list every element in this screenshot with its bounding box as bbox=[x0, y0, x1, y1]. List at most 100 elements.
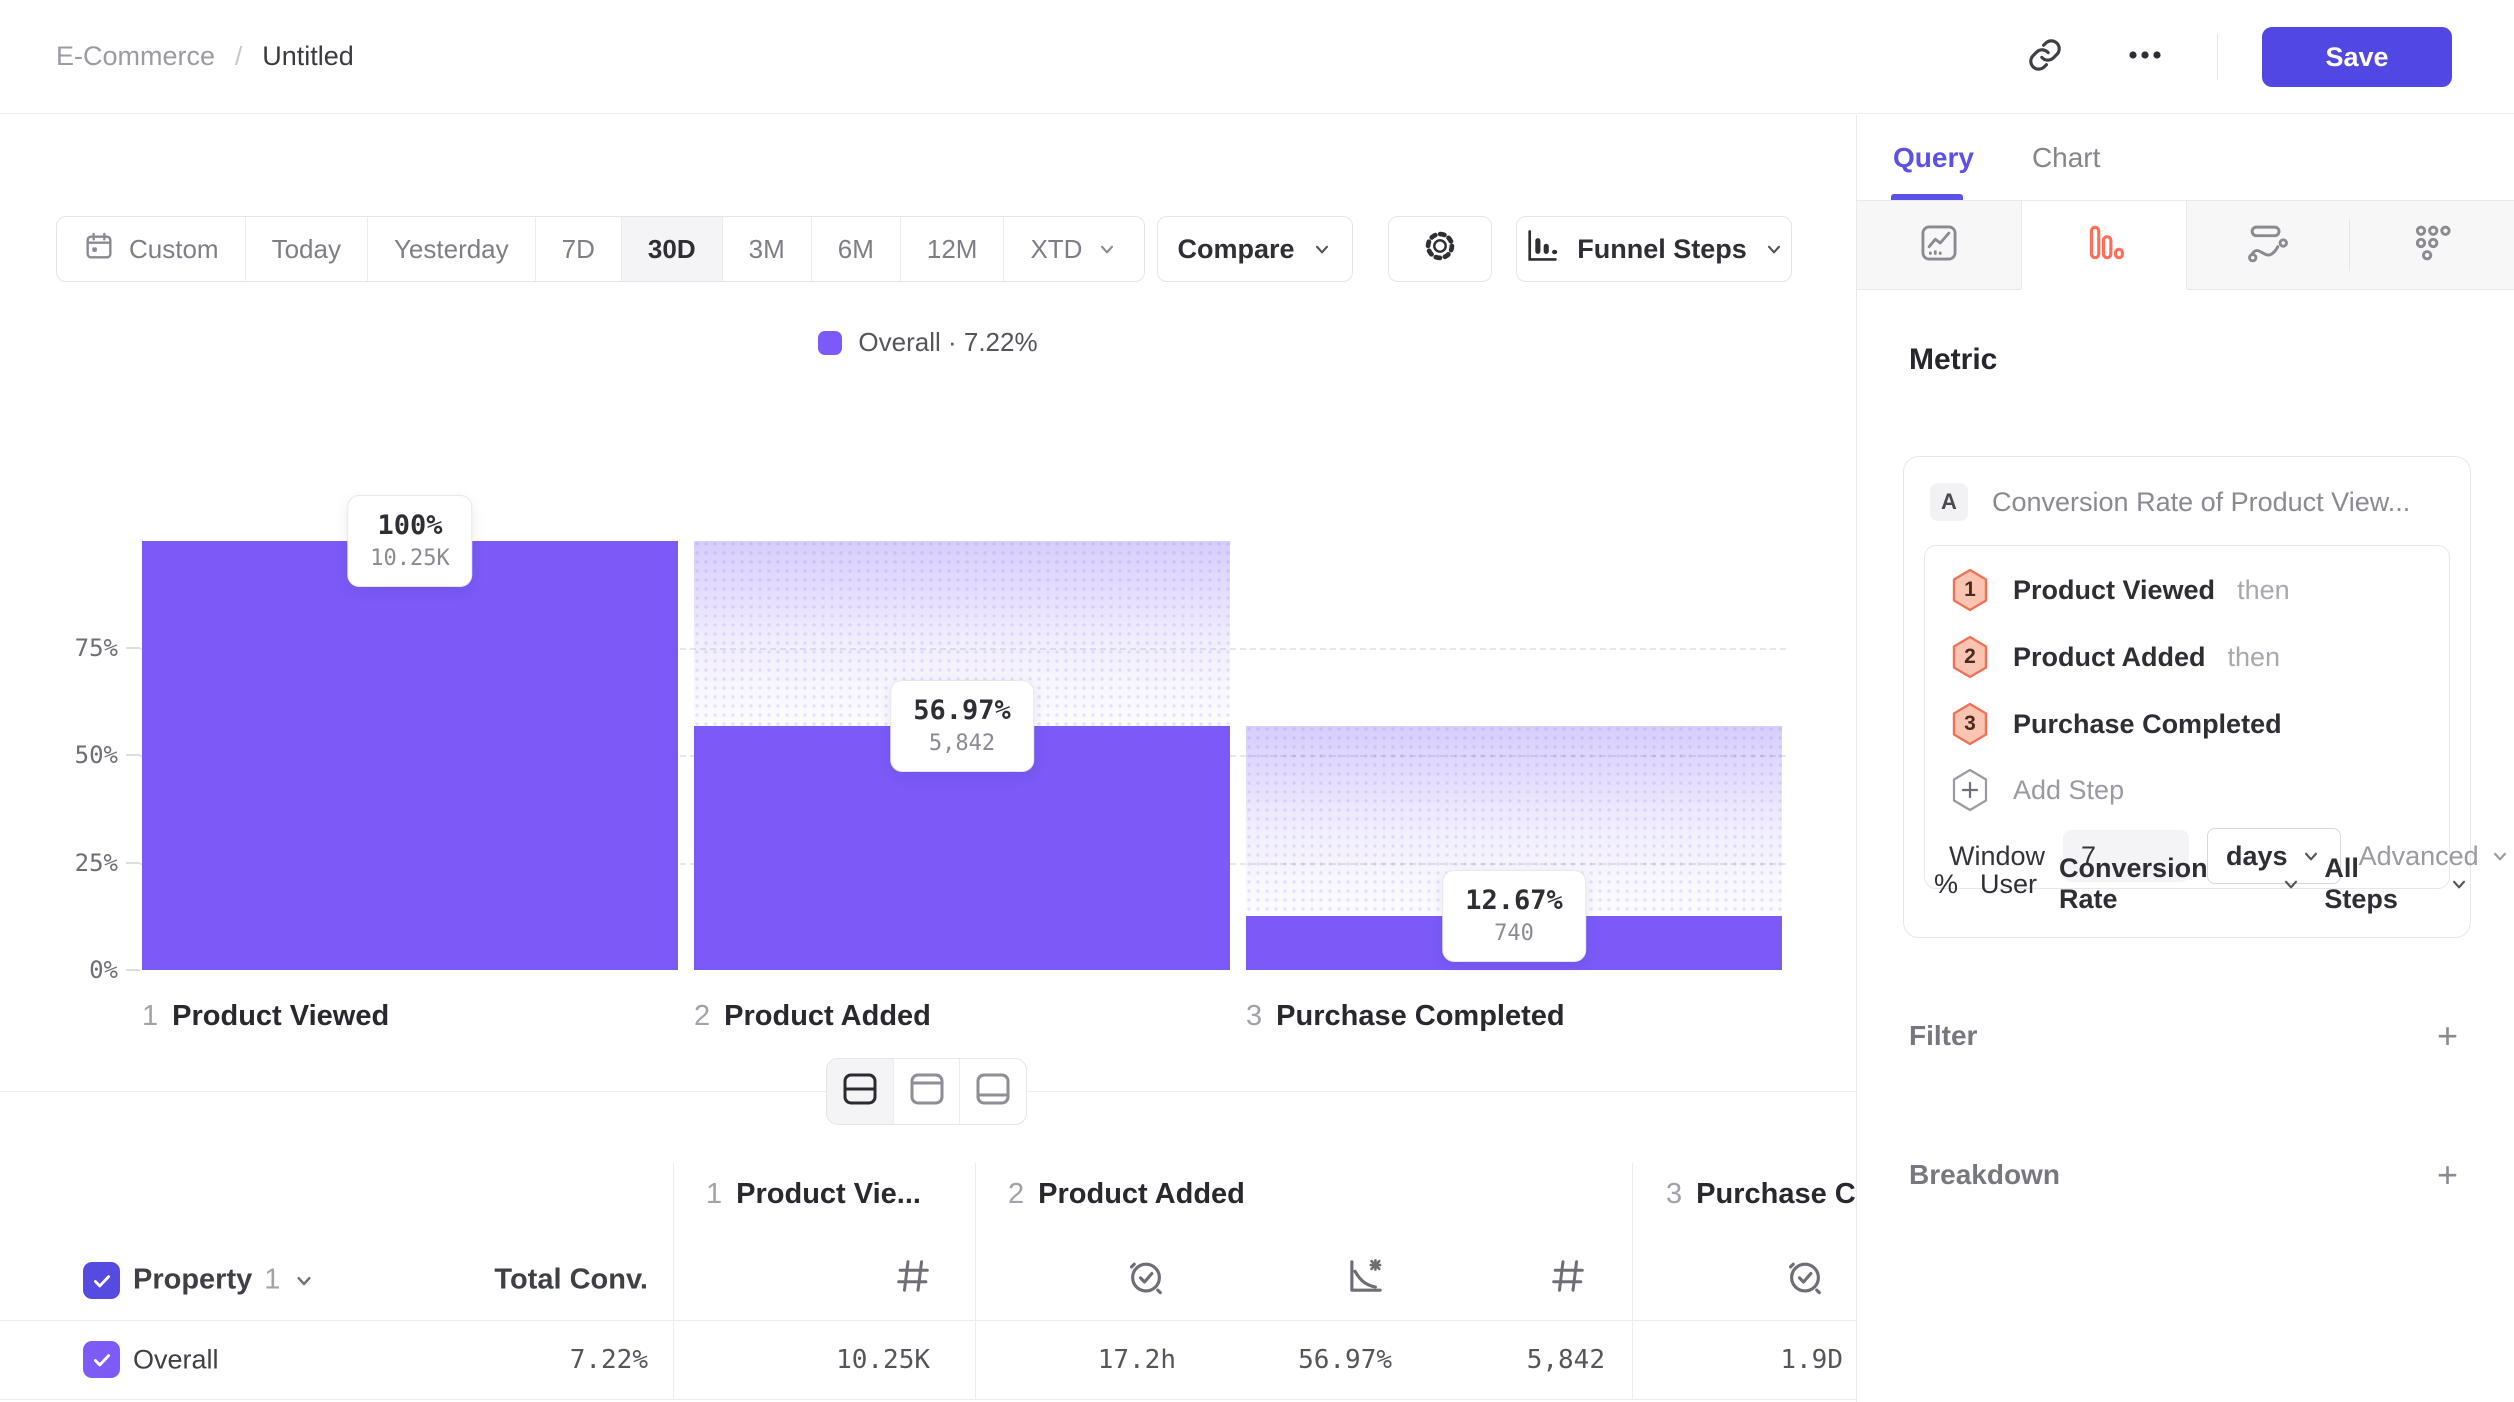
y-tickmark bbox=[126, 754, 140, 756]
col-group-step-3: 3 Purchase C bbox=[1666, 1178, 1856, 1211]
row-label-overall[interactable]: Overall bbox=[133, 1345, 219, 1376]
steps-scope-select[interactable]: All Steps bbox=[2324, 853, 2470, 915]
tab-query[interactable]: Query bbox=[1893, 142, 1974, 174]
chevron-down-icon bbox=[2280, 873, 2302, 895]
step-name: Purchase Completed bbox=[1276, 1000, 1564, 1033]
step-1-hexagon-badge: 1 bbox=[1949, 567, 1991, 613]
annotation-step-1: 100% 10.25K bbox=[347, 495, 472, 587]
tab-retention[interactable] bbox=[2350, 201, 2514, 290]
funnel-bars-icon bbox=[2083, 222, 2125, 269]
series-title: Conversion Rate of Product View... bbox=[1992, 487, 2410, 518]
step-name: Product Viewed bbox=[172, 1000, 389, 1033]
funnel-bar-step-3[interactable]: 12.67% 740 bbox=[1246, 541, 1782, 970]
dot-grid-icon bbox=[2410, 221, 2454, 270]
col-group-step-1: 1 Product Vie... bbox=[706, 1178, 921, 1211]
series-letter-badge: A bbox=[1930, 483, 1968, 521]
check-icon bbox=[91, 1270, 113, 1292]
funnel-bar-step-2[interactable]: 56.97% 5,842 bbox=[694, 541, 1230, 970]
divider bbox=[1027, 1091, 1856, 1092]
y-tickmark bbox=[126, 647, 140, 649]
y-tickmark bbox=[126, 862, 140, 864]
tab-segmentation[interactable] bbox=[1857, 201, 2021, 290]
col-group-label: Purchase C bbox=[1696, 1178, 1856, 1211]
divider bbox=[0, 1091, 826, 1092]
tab-funnel-selected[interactable] bbox=[2021, 201, 2187, 290]
layout-chart-only-button[interactable] bbox=[894, 1059, 961, 1124]
col-group-step-2: 2 Product Added bbox=[1008, 1178, 1245, 1211]
annotation-count: 10.25K bbox=[370, 544, 449, 574]
property-index: 1 bbox=[264, 1264, 280, 1297]
cell-total-conv: 7.22% bbox=[570, 1345, 648, 1375]
flow-icon bbox=[2246, 221, 2290, 270]
annotation-pct: 12.67% bbox=[1465, 883, 1563, 919]
layout-toggle-group bbox=[826, 1058, 1027, 1125]
funnel-bar-step-1[interactable]: 100% 10.25K bbox=[142, 541, 678, 970]
step-row-1[interactable]: 1 Product Viewed then bbox=[1925, 558, 2449, 622]
results-table: 1 Product Vie... 2 Product Added 3 Purch… bbox=[0, 1150, 1856, 1400]
metric-card: A Conversion Rate of Product View... 1 P… bbox=[1903, 456, 2471, 938]
bar-solid-step-1 bbox=[142, 541, 678, 970]
metric-series-row[interactable]: A Conversion Rate of Product View... bbox=[1904, 457, 2470, 521]
save-button[interactable]: Save bbox=[2262, 27, 2452, 87]
panel-tab-bar: Query Chart bbox=[1857, 115, 2514, 201]
select-all-checkbox[interactable] bbox=[83, 1262, 120, 1299]
step-name: Product Added bbox=[724, 1000, 931, 1033]
cell-step1-count: 10.25K bbox=[836, 1345, 930, 1375]
step-event-name: Product Added bbox=[2013, 642, 2206, 673]
avg-time-metric-icon[interactable] bbox=[1783, 1254, 1827, 1306]
filter-heading: Filter bbox=[1909, 1020, 1977, 1052]
y-tick-75: 75% bbox=[38, 634, 118, 662]
y-tickmark bbox=[126, 969, 140, 971]
metric-type-tabs bbox=[1857, 201, 2514, 290]
top-header: E-Commerce / Untitled bbox=[0, 0, 2514, 114]
breadcrumb-project[interactable]: E-Commerce bbox=[56, 41, 215, 72]
breakdown-section: Breakdown + bbox=[1909, 1159, 2458, 1191]
step-row-3[interactable]: 3 Purchase Completed bbox=[1925, 692, 2449, 756]
tab-chart[interactable]: Chart bbox=[2032, 142, 2100, 174]
x-label-step-3: 3 Purchase Completed bbox=[1246, 1000, 1565, 1033]
counting-entity[interactable]: User bbox=[1980, 869, 2037, 900]
funnel-analysis-app: E-Commerce / Untitled bbox=[0, 0, 2514, 1402]
add-filter-button[interactable]: + bbox=[2437, 1021, 2458, 1051]
property-header[interactable]: Property 1 bbox=[133, 1264, 316, 1297]
step-event-name: Product Viewed bbox=[2013, 575, 2215, 606]
conv-rate-metric-icon[interactable] bbox=[1344, 1254, 1388, 1306]
step-row-2[interactable]: 2 Product Added then bbox=[1925, 625, 2449, 689]
measure-select[interactable]: Conversion Rate bbox=[2059, 853, 2302, 915]
filter-section: Filter + bbox=[1909, 1020, 2458, 1052]
col-group-number: 1 bbox=[706, 1178, 722, 1211]
count-metric-icon[interactable] bbox=[893, 1256, 933, 1304]
link-icon bbox=[2026, 36, 2064, 79]
table-bottom-divider bbox=[0, 1399, 1856, 1400]
y-tick-50: 50% bbox=[38, 741, 118, 769]
count-metric-icon[interactable] bbox=[1548, 1256, 1588, 1304]
header-divider bbox=[2217, 34, 2218, 80]
cell-step2-count: 5,842 bbox=[1527, 1345, 1605, 1375]
row-checkbox-overall[interactable] bbox=[83, 1341, 120, 1378]
query-panel: Query Chart bbox=[1856, 115, 2514, 1402]
col-group-number: 3 bbox=[1666, 1178, 1682, 1211]
layout-table-only-button[interactable] bbox=[960, 1059, 1026, 1124]
step-number: 2 bbox=[1964, 645, 1976, 669]
avg-time-metric-icon[interactable] bbox=[1124, 1254, 1168, 1306]
more-menu-button[interactable] bbox=[2117, 29, 2173, 85]
layout-split-button[interactable] bbox=[827, 1059, 894, 1124]
breadcrumb-title[interactable]: Untitled bbox=[262, 41, 354, 72]
cell-step2-conv-rate: 56.97% bbox=[1298, 1345, 1392, 1375]
y-tick-0: 0% bbox=[38, 956, 118, 984]
annotation-pct: 56.97% bbox=[913, 693, 1011, 729]
x-label-step-2: 2 Product Added bbox=[694, 1000, 931, 1033]
breadcrumb: E-Commerce / Untitled bbox=[56, 41, 354, 72]
step-number: 3 bbox=[1964, 712, 1976, 736]
header-actions: Save bbox=[2017, 0, 2452, 114]
cell-step2-avg-time: 17.2h bbox=[1098, 1345, 1176, 1375]
annotation-count: 5,842 bbox=[913, 729, 1011, 759]
add-step-button[interactable]: Add Step bbox=[1925, 760, 2449, 820]
total-conv-header[interactable]: Total Conv. bbox=[494, 1264, 648, 1297]
step-number: 1 bbox=[1964, 578, 1976, 602]
table-header-divider bbox=[0, 1320, 1856, 1321]
share-link-button[interactable] bbox=[2017, 29, 2073, 85]
tab-journeys[interactable] bbox=[2187, 201, 2351, 290]
percent-prefix: % bbox=[1934, 869, 1958, 900]
add-breakdown-button[interactable]: + bbox=[2437, 1160, 2458, 1190]
